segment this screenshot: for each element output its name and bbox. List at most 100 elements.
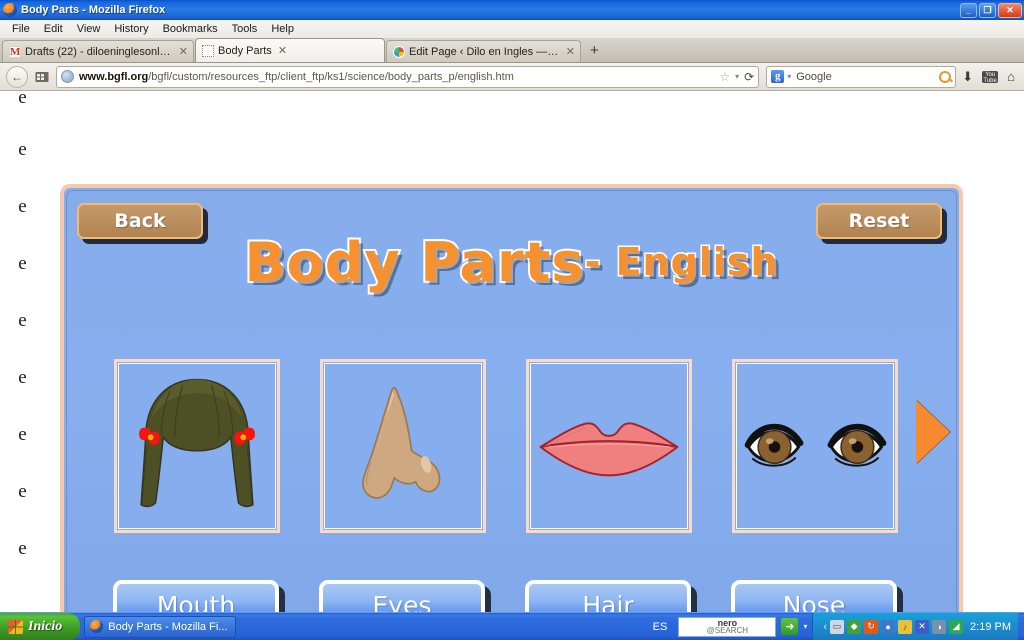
taskbar-item-firefox[interactable]: Body Parts - Mozilla Fi...	[84, 615, 237, 638]
tab-close-icon[interactable]: ✕	[278, 44, 287, 57]
menu-bar: File Edit View History Bookmarks Tools H…	[0, 20, 1024, 39]
margin-letter: e	[18, 253, 27, 274]
navigation-toolbar: ← www.bgfl.org/bgfl/custom/resources_ftp…	[0, 63, 1024, 91]
shield-icon[interactable]: ◆	[847, 619, 862, 634]
globe-icon	[61, 70, 74, 83]
margin-letter: e	[18, 538, 27, 559]
answer-button-eyes[interactable]: Eyes	[319, 580, 485, 612]
page-viewport: e e e e e e e e e Back Reset Body Parts-…	[0, 91, 1024, 612]
minimize-button[interactable]: _	[960, 2, 977, 18]
nero-chevron-down-icon[interactable]: ▾	[803, 622, 807, 631]
tab-strip: M Drafts (22) - diloeninglesonline@gmail…	[0, 38, 1024, 63]
margin-letter: e	[18, 367, 27, 388]
next-arrow-icon[interactable]	[916, 400, 950, 464]
bookmark-star-icon[interactable]: ☆	[719, 70, 730, 84]
home-icon[interactable]: ⌂	[1004, 69, 1018, 84]
firefox-icon	[3, 3, 17, 17]
tab-wordpress-edit-page[interactable]: Edit Page ‹ Dilo en Ingles — WordPress ✕	[386, 40, 581, 62]
nero-search-label: nero @SEARCH	[707, 618, 748, 635]
new-tab-button[interactable]: +	[582, 40, 607, 62]
hair-icon	[139, 378, 255, 508]
image-card-row	[114, 359, 898, 533]
menu-item-history[interactable]: History	[107, 22, 155, 36]
page-margin-text: e e e e e e e e e	[0, 91, 45, 612]
eyes-image-card[interactable]	[732, 359, 898, 533]
disc-icon[interactable]: ●	[881, 619, 896, 634]
activity-stage: Back Reset Body Parts- English Mouth Eye…	[60, 184, 963, 612]
window-title: Body Parts - Mozilla Firefox	[21, 4, 166, 16]
taskbar: Inicio Body Parts - Mozilla Fi... ES ner…	[0, 612, 1024, 640]
tab-close-icon[interactable]: ✕	[566, 45, 575, 58]
menu-item-tools[interactable]: Tools	[225, 22, 265, 36]
sound-icon[interactable]: ◑	[932, 619, 947, 634]
tray-expand-icon[interactable]: ‹	[823, 621, 827, 633]
start-button-label: Inicio	[28, 618, 63, 634]
title-sub: - English	[583, 239, 779, 286]
nose-icon	[362, 386, 441, 499]
nose-image-card[interactable]	[320, 359, 486, 533]
network-error-icon[interactable]: ✕	[915, 619, 930, 634]
title-main: Body Parts	[242, 229, 585, 296]
search-icon[interactable]	[939, 70, 952, 83]
start-button[interactable]: Inicio	[0, 612, 81, 640]
answer-button-mouth[interactable]: Mouth	[113, 580, 279, 612]
margin-letter: e	[18, 196, 27, 217]
gmail-icon: M	[9, 45, 21, 58]
restore-button[interactable]: ❐	[979, 2, 996, 18]
url-bar-tools: ☆ ▾ ⟳	[713, 70, 754, 84]
url-text: www.bgfl.org/bgfl/custom/resources_ftp/c…	[79, 71, 514, 83]
close-button[interactable]: ✕	[998, 2, 1022, 18]
site-identity-glyph	[35, 71, 49, 82]
system-tray: ES nero @SEARCH ➜ ▾ ‹ ▭ ◆ ↻ ● ♪ ✕ ◑ ◢ 2:…	[647, 612, 1024, 640]
url-path: /bgfl/custom/resources_ftp/client_ftp/ks…	[148, 70, 514, 83]
wordpress-icon	[393, 45, 405, 58]
tab-label: Body Parts	[218, 44, 272, 57]
left-eye	[744, 423, 804, 467]
mouth-image-card[interactable]	[526, 359, 692, 533]
update-icon[interactable]: ↻	[864, 619, 879, 634]
search-bar[interactable]: g ▾ Google	[766, 65, 957, 88]
answer-button-nose[interactable]: Nose	[731, 580, 897, 612]
tab-close-icon[interactable]: ✕	[179, 45, 188, 58]
menu-item-file[interactable]: File	[5, 22, 37, 36]
tab-label: Drafts (22) - diloeninglesonline@gmail.c…	[25, 45, 173, 58]
chevron-down-icon[interactable]: ▾	[735, 72, 739, 81]
menu-item-help[interactable]: Help	[264, 22, 301, 36]
youtube-glyph: You Tube	[982, 70, 999, 84]
windows-logo-icon	[8, 619, 23, 634]
menu-item-view[interactable]: View	[70, 22, 108, 36]
menu-item-bookmarks[interactable]: Bookmarks	[156, 22, 225, 36]
search-engine-chevron-icon[interactable]: ▾	[787, 72, 791, 81]
site-identity-icon[interactable]	[31, 66, 53, 88]
nero-search-box[interactable]: nero @SEARCH	[678, 616, 777, 637]
monitor-icon[interactable]: ▭	[830, 619, 845, 634]
url-bar[interactable]: www.bgfl.org/bgfl/custom/resources_ftp/c…	[56, 65, 760, 88]
downloads-icon[interactable]: ⬇	[959, 69, 976, 85]
tab-gmail-drafts[interactable]: M Drafts (22) - diloeninglesonline@gmail…	[2, 40, 194, 62]
menu-item-edit[interactable]: Edit	[37, 22, 70, 36]
language-indicator[interactable]: ES	[647, 621, 674, 633]
speaker-icon[interactable]: ♪	[898, 619, 913, 634]
google-icon: g	[771, 70, 785, 83]
page-title: Body Parts- English	[64, 229, 959, 296]
search-input[interactable]: Google	[796, 71, 831, 83]
mouth-icon	[539, 422, 679, 477]
margin-letter: e	[18, 310, 27, 331]
youtube-icon[interactable]: You Tube	[979, 70, 1001, 84]
wireless-icon[interactable]: ◢	[949, 619, 964, 634]
margin-letter: e	[18, 424, 27, 445]
taskbar-item-label: Body Parts - Mozilla Fi...	[108, 620, 228, 633]
margin-letter: e	[18, 139, 27, 160]
margin-letter: e	[18, 481, 27, 502]
reload-icon[interactable]: ⟳	[744, 70, 754, 84]
url-domain: www.bgfl.org	[79, 70, 149, 83]
back-navigation-icon[interactable]: ←	[6, 65, 28, 88]
right-eye	[827, 423, 887, 467]
answer-button-hair[interactable]: Hair	[525, 580, 691, 612]
answer-button-row: Mouth Eyes Hair Nose	[113, 580, 897, 612]
nero-go-button[interactable]: ➜	[781, 618, 799, 635]
firefox-icon	[90, 620, 104, 633]
taskbar-clock[interactable]: 2:19 PM	[966, 621, 1011, 633]
hair-image-card[interactable]	[114, 359, 280, 533]
tab-body-parts[interactable]: Body Parts ✕	[195, 38, 385, 62]
